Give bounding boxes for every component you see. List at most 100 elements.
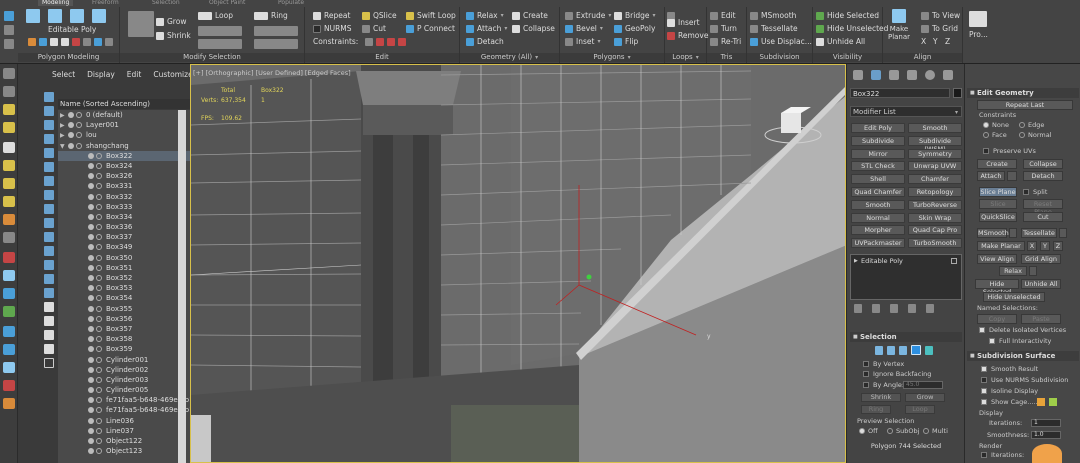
repeat-last-button[interactable]: Repeat Last <box>977 100 1073 110</box>
hide-unselected-button[interactable]: Hide Unselected <box>983 292 1045 302</box>
sync-icon[interactable] <box>44 344 54 354</box>
tris-edit-button[interactable]: Edit <box>710 10 736 21</box>
stack-item-editable-poly[interactable]: Editable Poly <box>853 257 957 266</box>
properties-icon[interactable] <box>969 11 987 27</box>
object-row[interactable]: Box332 <box>58 192 196 202</box>
msmooth-settings-button[interactable] <box>1009 228 1017 238</box>
object-row[interactable]: Cylinder003 <box>58 375 196 385</box>
modifier-button[interactable]: Normal <box>851 212 905 223</box>
reset-plane-button[interactable]: Reset Plane <box>1023 199 1063 216</box>
filter-all-icon[interactable] <box>44 260 54 270</box>
visibility-eye-icon[interactable] <box>88 234 94 241</box>
tessellate-button[interactable]: Tessellate <box>750 23 798 34</box>
object-row[interactable]: Box358 <box>58 334 196 344</box>
menu-select[interactable]: Select <box>52 70 75 82</box>
freeze-icon[interactable] <box>96 285 102 292</box>
loop-step-icon[interactable] <box>198 39 242 49</box>
object-row[interactable]: Line036 <box>58 416 196 426</box>
unhide-all-button[interactable]: Unhide All <box>1021 279 1061 289</box>
relax-button[interactable]: Relax <box>999 266 1027 276</box>
poly-tool-icon-6[interactable] <box>83 38 91 46</box>
loop-mode-icon[interactable] <box>198 26 242 36</box>
swift-loop-button[interactable]: Swift Loop <box>406 10 456 21</box>
object-row[interactable]: Box326 <box>58 171 196 181</box>
quickslice-button[interactable]: QuickSlice <box>979 212 1017 222</box>
polygon-mode-icon[interactable] <box>92 9 106 23</box>
to-grid-button[interactable]: To Grid <box>921 23 958 34</box>
freeze-icon[interactable] <box>76 112 82 118</box>
ring-button[interactable]: Ring <box>861 405 891 414</box>
layer-row[interactable]: ▶ 0 (default) <box>58 110 196 120</box>
poly-tool-icon-5[interactable] <box>72 38 80 46</box>
modifier-button[interactable]: Morpher <box>851 225 905 236</box>
gear-icon[interactable] <box>3 232 15 243</box>
options-icon[interactable] <box>44 358 54 368</box>
display-icon[interactable] <box>3 344 15 355</box>
explorer-scrollbar[interactable] <box>178 110 186 463</box>
freeze-icon[interactable] <box>96 336 102 343</box>
modifier-list-dropdown[interactable]: Modifier List <box>850 106 962 118</box>
freeze-icon[interactable] <box>96 295 102 302</box>
render-iterations-checkbox[interactable]: Iterations: <box>981 451 1024 459</box>
preserve-uvs-checkbox[interactable]: Preserve UVs <box>983 147 1036 155</box>
camera-icon[interactable] <box>3 270 15 281</box>
make-planar-button[interactable]: Make Planar <box>885 9 913 49</box>
angle-spinner[interactable]: 45.0 <box>903 381 943 389</box>
modifier-button[interactable]: Symmetry <box>908 148 962 159</box>
object-row[interactable]: Box359 <box>58 344 196 354</box>
pin-icon[interactable] <box>854 304 862 313</box>
freeze-icon[interactable] <box>96 387 102 394</box>
full-interactivity-checkbox[interactable]: Full Interactivity <box>989 337 1051 345</box>
cylinder-icon[interactable] <box>3 178 15 189</box>
create-button[interactable]: Create <box>977 159 1017 169</box>
settings-icon[interactable] <box>4 39 14 49</box>
paste-button[interactable]: Paste <box>1021 314 1061 324</box>
motion-tab-icon[interactable] <box>907 70 917 80</box>
stack-toggle-icon[interactable] <box>951 258 957 264</box>
poly-tool-icon-8[interactable] <box>105 38 113 46</box>
hide-selected-button[interactable]: Hide Selected <box>816 10 879 21</box>
ring-mode-icon[interactable] <box>254 26 298 36</box>
iterations-spinner[interactable]: 1 <box>1031 419 1061 427</box>
vertex-mode-icon[interactable] <box>26 9 40 23</box>
app-icon[interactable] <box>4 11 14 21</box>
cage-color-green-swatch[interactable] <box>1049 398 1057 406</box>
smooth-result-checkbox[interactable]: Smooth Result <box>981 365 1038 373</box>
visibility-eye-icon[interactable] <box>68 122 74 129</box>
visibility-eye-icon[interactable] <box>88 224 94 231</box>
collapse-button[interactable]: Collapse <box>1023 159 1063 169</box>
poly-tool-icon-2[interactable] <box>39 38 47 46</box>
constraint-face-icon[interactable] <box>387 38 395 46</box>
helper-icon[interactable] <box>3 288 15 299</box>
attach-button[interactable]: Attach <box>466 23 507 34</box>
visibility-eye-icon[interactable] <box>88 254 94 261</box>
modifier-button[interactable]: Retopology <box>908 187 962 197</box>
snap-icon[interactable] <box>4 25 14 35</box>
utilities-tab-icon[interactable] <box>943 70 953 80</box>
inset-button[interactable]: Inset <box>565 36 600 47</box>
by-vertex-checkbox[interactable]: By Vertex <box>863 360 904 368</box>
ring-step-icon[interactable] <box>254 39 298 49</box>
object-row[interactable]: Box331 <box>58 181 196 191</box>
freeze-icon[interactable] <box>96 315 102 322</box>
freeze-icon[interactable] <box>96 224 102 231</box>
filter-shapes-icon[interactable] <box>44 106 54 116</box>
view-align-button[interactable]: View Align <box>977 254 1017 264</box>
use-displace-button[interactable]: Use Displac... <box>750 36 812 47</box>
freeze-icon[interactable] <box>96 254 102 261</box>
msmooth-button[interactable]: MSmooth <box>750 10 796 21</box>
modifier-button[interactable]: UVPackmaster <box>851 238 905 249</box>
modifier-button[interactable]: TurboReverse <box>908 199 962 210</box>
freeze-icon[interactable] <box>96 325 102 332</box>
bridge-button[interactable]: Bridge <box>614 10 655 21</box>
hide-unselected-button[interactable]: Hide Unselected <box>816 23 888 34</box>
align-z-button[interactable]: Z <box>945 36 950 47</box>
properties-label[interactable]: Pro... <box>969 29 988 40</box>
filter-none-icon[interactable] <box>44 274 54 284</box>
select-icon[interactable] <box>3 86 15 97</box>
modifier-button[interactable]: Shell <box>851 174 905 185</box>
filter-frozen-icon[interactable] <box>44 232 54 242</box>
selection-rollout[interactable]: Selection <box>850 332 962 342</box>
remove-modifier-icon[interactable] <box>908 304 916 313</box>
bevel-button[interactable]: Bevel <box>565 23 603 34</box>
